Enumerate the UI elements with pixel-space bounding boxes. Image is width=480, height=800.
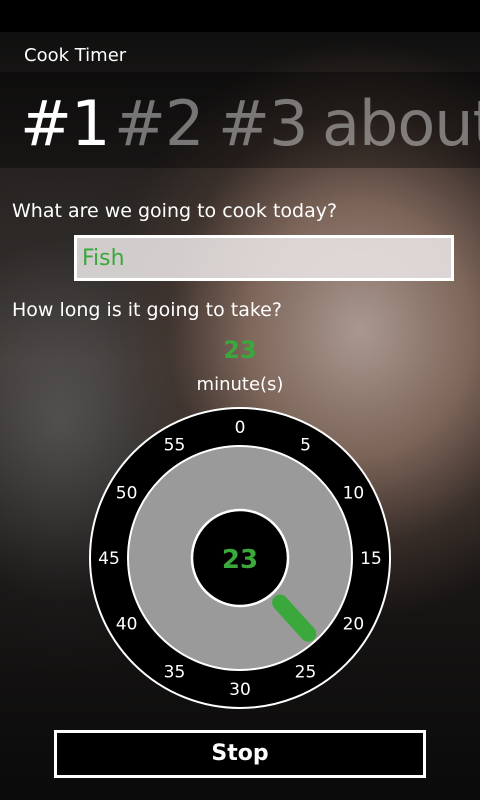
timer-dial-graphic[interactable]: 0 5 10 15 20 25 30 35 40 45 50 55 23 [88, 406, 392, 710]
pivot-tab-about[interactable]: about [322, 88, 480, 160]
dial-label-30: 30 [229, 680, 251, 700]
pivot-tab-1[interactable]: #1 [20, 88, 110, 160]
app-title: Cook Timer [24, 45, 127, 66]
dial-label-45: 45 [98, 549, 120, 569]
pivot-tab-2[interactable]: #2 [114, 88, 204, 160]
duration-question-label: How long is it going to take? [12, 299, 282, 321]
pivot-tab-3[interactable]: #3 [218, 88, 308, 160]
status-bar [0, 0, 480, 32]
dial-label-10: 10 [343, 484, 365, 504]
dial-label-35: 35 [164, 662, 186, 682]
dial-label-15: 15 [360, 549, 382, 569]
stop-button[interactable]: Stop [54, 730, 426, 778]
dial-center-value: 23 [222, 545, 258, 575]
dial-label-20: 20 [343, 615, 365, 635]
dial-label-5: 5 [300, 436, 311, 456]
dial-label-0: 0 [235, 418, 246, 438]
pivot-header: #1 #2 #3 about [0, 88, 480, 160]
dial-label-50: 50 [116, 484, 138, 504]
timer-dial[interactable]: 0 5 10 15 20 25 30 35 40 45 50 55 23 [88, 406, 392, 710]
minutes-unit-label: minute(s) [196, 374, 284, 395]
minutes-value: 23 [223, 336, 257, 364]
dish-name-input[interactable] [74, 235, 454, 281]
dial-label-40: 40 [116, 615, 138, 635]
dial-label-55: 55 [164, 436, 186, 456]
dial-label-25: 25 [295, 662, 317, 682]
dish-question-label: What are we going to cook today? [12, 200, 338, 222]
